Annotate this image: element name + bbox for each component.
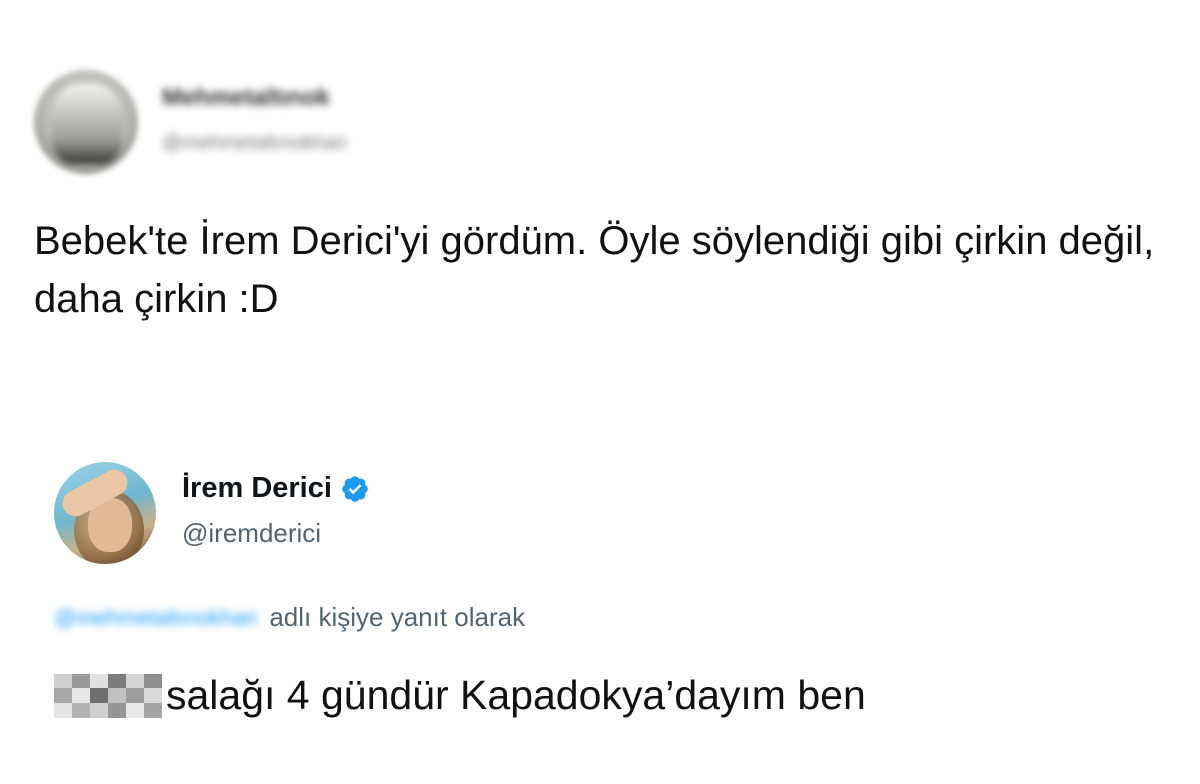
author-name-row: İrem Derici: [182, 472, 370, 505]
reply-text-line: salağı 4 gündür Kapadokya’dayım ben: [54, 672, 866, 719]
reply-text: salağı 4 gündür Kapadokya’dayım ben: [166, 672, 866, 718]
replying-to-label: adlı kişiye yanıt olarak: [269, 602, 526, 632]
replying-to-line: @mehmetaltınokhan adlı kişiye yanıt olar…: [54, 602, 525, 633]
censored-word-pixelated: [54, 673, 162, 718]
author-handle[interactable]: @iremderici: [182, 518, 321, 549]
reply-tweet: İrem Derici @iremderici @mehmetaltınokha…: [0, 440, 1200, 784]
author-name[interactable]: İrem Derici: [182, 472, 332, 505]
author-name-blurred[interactable]: Mehmetaltınok: [162, 84, 330, 112]
original-tweet: Mehmetaltınok @mehmetaltınokhan Bebek'te…: [0, 0, 1200, 400]
replying-to-handle-blurred[interactable]: @mehmetaltınokhan: [54, 605, 257, 631]
author-avatar-blurred[interactable]: [34, 70, 138, 174]
verified-badge-icon: [342, 475, 368, 502]
author-handle-blurred[interactable]: @mehmetaltınokhan: [162, 132, 347, 155]
author-avatar[interactable]: [54, 462, 156, 564]
tweet-text: Bebek'te İrem Derici'yi gördüm. Öyle söy…: [34, 219, 1155, 321]
